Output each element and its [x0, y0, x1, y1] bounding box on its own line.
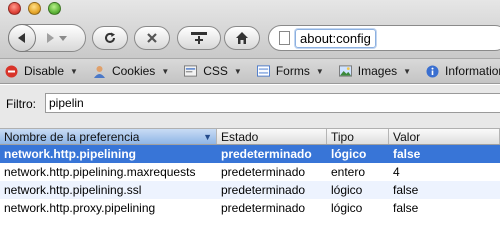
- disable-label: Disable: [24, 64, 65, 78]
- filter-bar: Filtro:: [0, 85, 500, 128]
- css-icon: [184, 65, 198, 78]
- back-forward-group: [8, 24, 86, 52]
- cookies-menu[interactable]: Cookies ▼: [88, 59, 175, 83]
- table-row[interactable]: network.http.pipelining.maxrequests pred…: [0, 163, 500, 181]
- preferences-table: Nombre de la preferencia ▼ Estado Tipo V…: [0, 128, 500, 217]
- filter-input[interactable]: [45, 93, 500, 113]
- forms-icon: [256, 65, 270, 78]
- pref-name: network.http.pipelining: [4, 147, 136, 161]
- table-header: Nombre de la preferencia ▼ Estado Tipo V…: [0, 128, 500, 145]
- forms-label: Forms: [275, 64, 310, 78]
- column-header-label: Valor: [393, 129, 421, 144]
- forward-button[interactable]: [44, 32, 67, 44]
- chevron-down-icon: ▼: [161, 66, 170, 76]
- close-window-button[interactable]: [8, 2, 21, 15]
- table-row[interactable]: network.http.pipelining predeterminado l…: [0, 145, 500, 163]
- stop-button[interactable]: [134, 26, 170, 50]
- new-tab-icon: [191, 32, 207, 44]
- pref-status: predeterminado: [221, 165, 306, 179]
- column-header-label: Nombre de la preferencia: [4, 129, 140, 144]
- minimize-window-button[interactable]: [28, 2, 41, 15]
- navigation-toolbar: about:config: [0, 0, 500, 58]
- images-menu[interactable]: Images ▼: [334, 59, 417, 83]
- url-text[interactable]: about:config: [295, 28, 376, 48]
- reload-icon: [105, 32, 115, 43]
- css-menu[interactable]: CSS ▼: [179, 59, 248, 83]
- column-header-name[interactable]: Nombre de la preferencia ▼: [0, 129, 217, 144]
- reload-button[interactable]: [92, 26, 128, 50]
- home-icon: [236, 32, 248, 44]
- chevron-down-icon: ▼: [233, 66, 242, 76]
- zoom-window-button[interactable]: [48, 2, 61, 15]
- table-row[interactable]: network.http.proxy.pipelining predetermi…: [0, 199, 500, 217]
- cookies-label: Cookies: [111, 64, 156, 78]
- images-icon: [338, 65, 352, 78]
- table-row[interactable]: network.http.pipelining.ssl predetermina…: [0, 181, 500, 199]
- pref-type: lógico: [331, 183, 363, 197]
- chevron-down-icon: ▼: [315, 66, 324, 76]
- history-dropdown-icon[interactable]: [59, 34, 67, 42]
- images-label: Images: [357, 64, 398, 78]
- pref-type: entero: [331, 165, 366, 179]
- pref-value: 4: [393, 165, 400, 179]
- information-label: Information: [445, 64, 500, 78]
- column-header-status[interactable]: Estado: [217, 129, 327, 144]
- disable-icon: [5, 65, 18, 78]
- css-label: CSS: [203, 64, 228, 78]
- cookies-icon: [93, 65, 106, 78]
- stop-icon: [147, 33, 157, 43]
- new-tab-button[interactable]: [177, 26, 221, 50]
- url-bar[interactable]: about:config: [268, 25, 500, 51]
- pref-status: predeterminado: [221, 183, 306, 197]
- home-button[interactable]: [224, 26, 260, 50]
- pref-status: predeterminado: [221, 147, 312, 161]
- forward-arrow-icon: [47, 33, 54, 43]
- page-icon: [279, 31, 290, 45]
- web-developer-toolbar: Disable ▼ Cookies ▼ CSS ▼ Forms ▼ Images…: [0, 58, 500, 84]
- pref-value: false: [393, 183, 419, 197]
- sort-descending-icon: ▼: [203, 131, 212, 142]
- pref-value: false: [393, 147, 421, 161]
- pref-type: lógico: [331, 201, 363, 215]
- chevron-down-icon: ▼: [70, 66, 78, 76]
- pref-name: network.http.pipelining.maxrequests: [4, 165, 196, 179]
- filter-label: Filtro:: [6, 97, 36, 111]
- information-menu[interactable]: Information ▼: [421, 59, 500, 83]
- browser-window: about:config Disable ▼ Cookies ▼ CSS ▼ F…: [0, 0, 500, 251]
- back-arrow-icon: [18, 33, 25, 43]
- pref-status: predeterminado: [221, 201, 306, 215]
- disable-menu[interactable]: Disable ▼: [0, 59, 84, 83]
- pref-value: false: [393, 201, 419, 215]
- pref-name: network.http.proxy.pipelining: [4, 201, 156, 215]
- information-icon: [426, 65, 439, 78]
- forms-menu[interactable]: Forms ▼: [252, 59, 330, 83]
- column-header-label: Estado: [221, 129, 259, 144]
- column-header-type[interactable]: Tipo: [327, 129, 389, 144]
- chevron-down-icon: ▼: [403, 66, 412, 76]
- column-header-value[interactable]: Valor: [389, 129, 500, 144]
- back-button[interactable]: [8, 24, 36, 52]
- pref-type: lógico: [331, 147, 367, 161]
- column-header-label: Tipo: [331, 129, 354, 144]
- pref-name: network.http.pipelining.ssl: [4, 183, 142, 197]
